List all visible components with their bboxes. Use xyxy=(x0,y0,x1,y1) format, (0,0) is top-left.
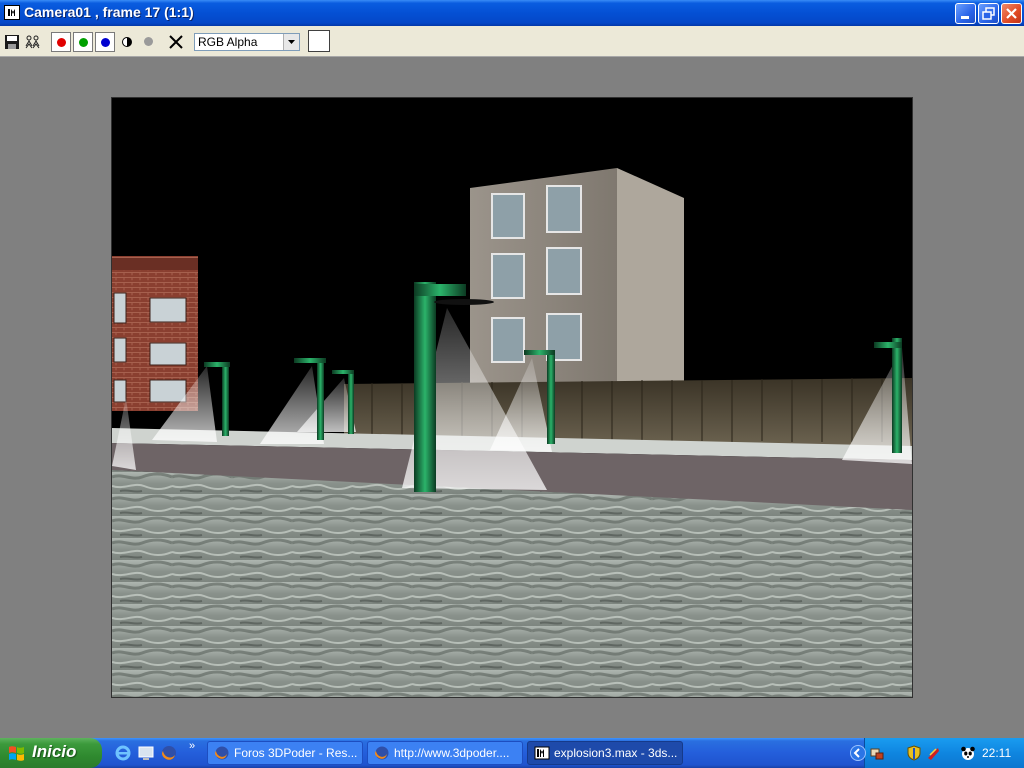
taskbar-button-label: http://www.3dpoder.... xyxy=(394,746,510,760)
firefox-icon xyxy=(215,746,229,760)
alpha-channel-button[interactable] xyxy=(139,32,159,52)
title-bar: Camera01 , frame 17 (1:1) xyxy=(0,0,1024,26)
save-icon[interactable] xyxy=(3,33,21,51)
desktop-icon[interactable] xyxy=(137,744,155,762)
restore-button[interactable] xyxy=(978,3,999,24)
blue-channel-button[interactable] xyxy=(95,32,115,52)
red-channel-button[interactable] xyxy=(51,32,71,52)
monochrome-button[interactable] xyxy=(117,32,137,52)
security-shield-icon[interactable] xyxy=(906,745,922,761)
network-icon[interactable] xyxy=(869,745,885,761)
alpha-channel-icon xyxy=(144,37,153,46)
taskbar-button[interactable]: Foros 3DPoder - Res... xyxy=(207,741,363,765)
show-hidden-icon[interactable] xyxy=(850,745,866,761)
red-channel-icon xyxy=(57,38,66,47)
monochrome-icon xyxy=(122,37,132,47)
render-viewport[interactable] xyxy=(111,97,913,698)
firefox-icon xyxy=(375,746,389,760)
quick-launch-more[interactable]: » xyxy=(189,740,195,752)
panda-icon[interactable] xyxy=(960,745,976,761)
channel-select-value: RGB Alpha xyxy=(198,35,258,49)
green-channel-button[interactable] xyxy=(73,32,93,52)
clock: 22:11 xyxy=(982,746,1012,760)
taskbar-button-active[interactable]: explosion3.max - 3ds... xyxy=(527,741,683,765)
clone-window-icon[interactable] xyxy=(24,33,42,51)
color-swatch[interactable] xyxy=(308,30,330,52)
antivirus-icon[interactable] xyxy=(925,745,941,761)
restore-icon xyxy=(982,7,995,20)
start-label: Inicio xyxy=(32,742,77,761)
chevron-down-icon[interactable] xyxy=(283,34,299,50)
channel-select[interactable]: RGB Alpha xyxy=(194,33,300,51)
firefox-icon[interactable] xyxy=(160,744,178,762)
3dsmax-icon xyxy=(534,746,550,760)
internet-explorer-icon[interactable] xyxy=(114,744,132,762)
taskbar-button[interactable]: http://www.3dpoder.... xyxy=(367,741,523,765)
minimize-button[interactable] xyxy=(955,3,976,24)
green-channel-icon xyxy=(79,38,88,47)
start-button[interactable]: Inicio xyxy=(0,738,102,768)
windows-logo-icon xyxy=(9,746,24,761)
window-title: Camera01 , frame 17 (1:1) xyxy=(24,4,194,20)
rendered-frame-image xyxy=(112,98,912,697)
taskbar-button-label: Foros 3DPoder - Res... xyxy=(234,746,358,760)
3dsmax-frame-icon xyxy=(4,5,20,20)
close-button[interactable] xyxy=(1001,3,1022,24)
blue-channel-icon xyxy=(101,38,110,47)
taskbar-button-label: explosion3.max - 3ds... xyxy=(554,746,678,760)
minimize-icon xyxy=(961,16,969,19)
close-icon xyxy=(1006,8,1017,19)
clear-icon[interactable] xyxy=(167,33,185,51)
